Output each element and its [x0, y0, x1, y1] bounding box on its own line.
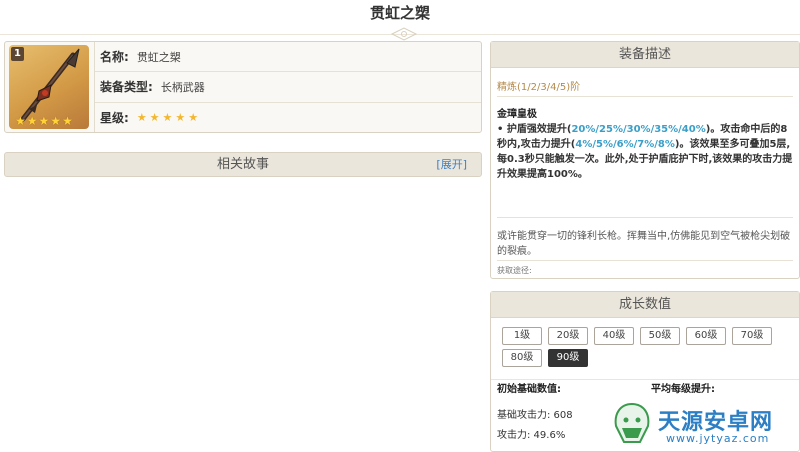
weapon-image[interactable]: 1 ★ ★ ★ ★ ★ — [9, 45, 89, 129]
weapon-image-box: 1 ★ ★ ★ ★ ★ — [5, 42, 95, 132]
story-title: 相关故事 — [216, 157, 269, 172]
info-row-rarity: 星级: ★★★★★ — [95, 103, 481, 132]
level-button-80[interactable]: 80级 — [502, 349, 542, 367]
info-value: 长柄武器 — [160, 80, 205, 94]
watermark-logo-icon — [614, 402, 650, 443]
level-button-1[interactable]: 1级 — [502, 327, 542, 345]
star-icon: ★ — [38, 114, 50, 128]
growth-header: 成长数值 — [491, 292, 799, 318]
level-button-70[interactable]: 70级 — [732, 327, 772, 345]
info-label: 星级: — [100, 110, 129, 125]
info-row-type: 装备类型: 长柄武器 — [95, 72, 481, 103]
passive-name: 金璋皇极 — [497, 109, 537, 120]
weapon-info-card: 1 ★ ★ ★ ★ ★ 名称: 贯虹之槊 装备类型: 长柄武器 星级: ★★★★… — [4, 41, 482, 133]
info-label: 名称: — [100, 50, 129, 65]
star-icon: ★ — [50, 114, 62, 128]
info-rows: 名称: 贯虹之槊 装备类型: 长柄武器 星级: ★★★★★ — [95, 42, 481, 132]
flavor-text: 或许能贯穿一切的锋利长枪。挥舞当中,仿佛能见到空气被枪尖划破的裂痕。 — [497, 231, 791, 257]
star-icon: ★ — [15, 114, 26, 128]
description-header: 装备描述 — [491, 42, 799, 68]
watermark: 天源安卓网 www.jytyaz.com — [608, 398, 800, 452]
info-value: 贯虹之槊 — [136, 50, 181, 64]
passive-highlight: 20%/25%/30%/35%/40% — [571, 124, 706, 135]
refinement-badge: 1 — [11, 47, 24, 61]
story-section: 相关故事 [展开] — [4, 152, 482, 177]
star-icon: ★ — [62, 114, 73, 128]
star-rating: ★★★★★ — [136, 110, 202, 124]
level-button-50[interactable]: 50级 — [640, 327, 680, 345]
level-button-60[interactable]: 60级 — [686, 327, 726, 345]
level-button-40[interactable]: 40级 — [594, 327, 634, 345]
info-label: 装备类型: — [100, 80, 153, 95]
refinement-label: 精炼(1/2/3/4/5)阶 — [497, 82, 581, 93]
level-button-90[interactable]: 90级 — [548, 349, 588, 367]
watermark-url: www.jytyaz.com — [666, 432, 770, 445]
expand-link[interactable]: [展开] — [436, 153, 467, 176]
rarity-stars: ★ ★ ★ ★ ★ — [15, 115, 73, 127]
info-row-name: 名称: 贯虹之槊 — [95, 42, 481, 73]
passive-text: • 护盾强效提升(20%/25%/30%/35%/40%)。攻击命中后的8秒内,… — [497, 122, 793, 182]
passive-text-part: • 护盾强效提升( — [497, 124, 572, 135]
star-icon: ★ — [26, 114, 38, 128]
level-selector: 1级 20级 40级 50级 60级 70级 80级 90级 — [491, 318, 799, 371]
level-button-20[interactable]: 20级 — [548, 327, 588, 345]
source-label: 获取途径: — [497, 266, 532, 275]
description-panel: 装备描述 精炼(1/2/3/4/5)阶 金璋皇极 • 护盾强效提升(20%/25… — [490, 41, 800, 279]
passive-highlight: 4%/5%/6%/7%/8% — [575, 139, 675, 150]
ornament-icon — [390, 27, 418, 41]
passive-effect: 金璋皇极 • 护盾强效提升(20%/25%/30%/35%/40%)。攻击命中后… — [491, 97, 799, 217]
